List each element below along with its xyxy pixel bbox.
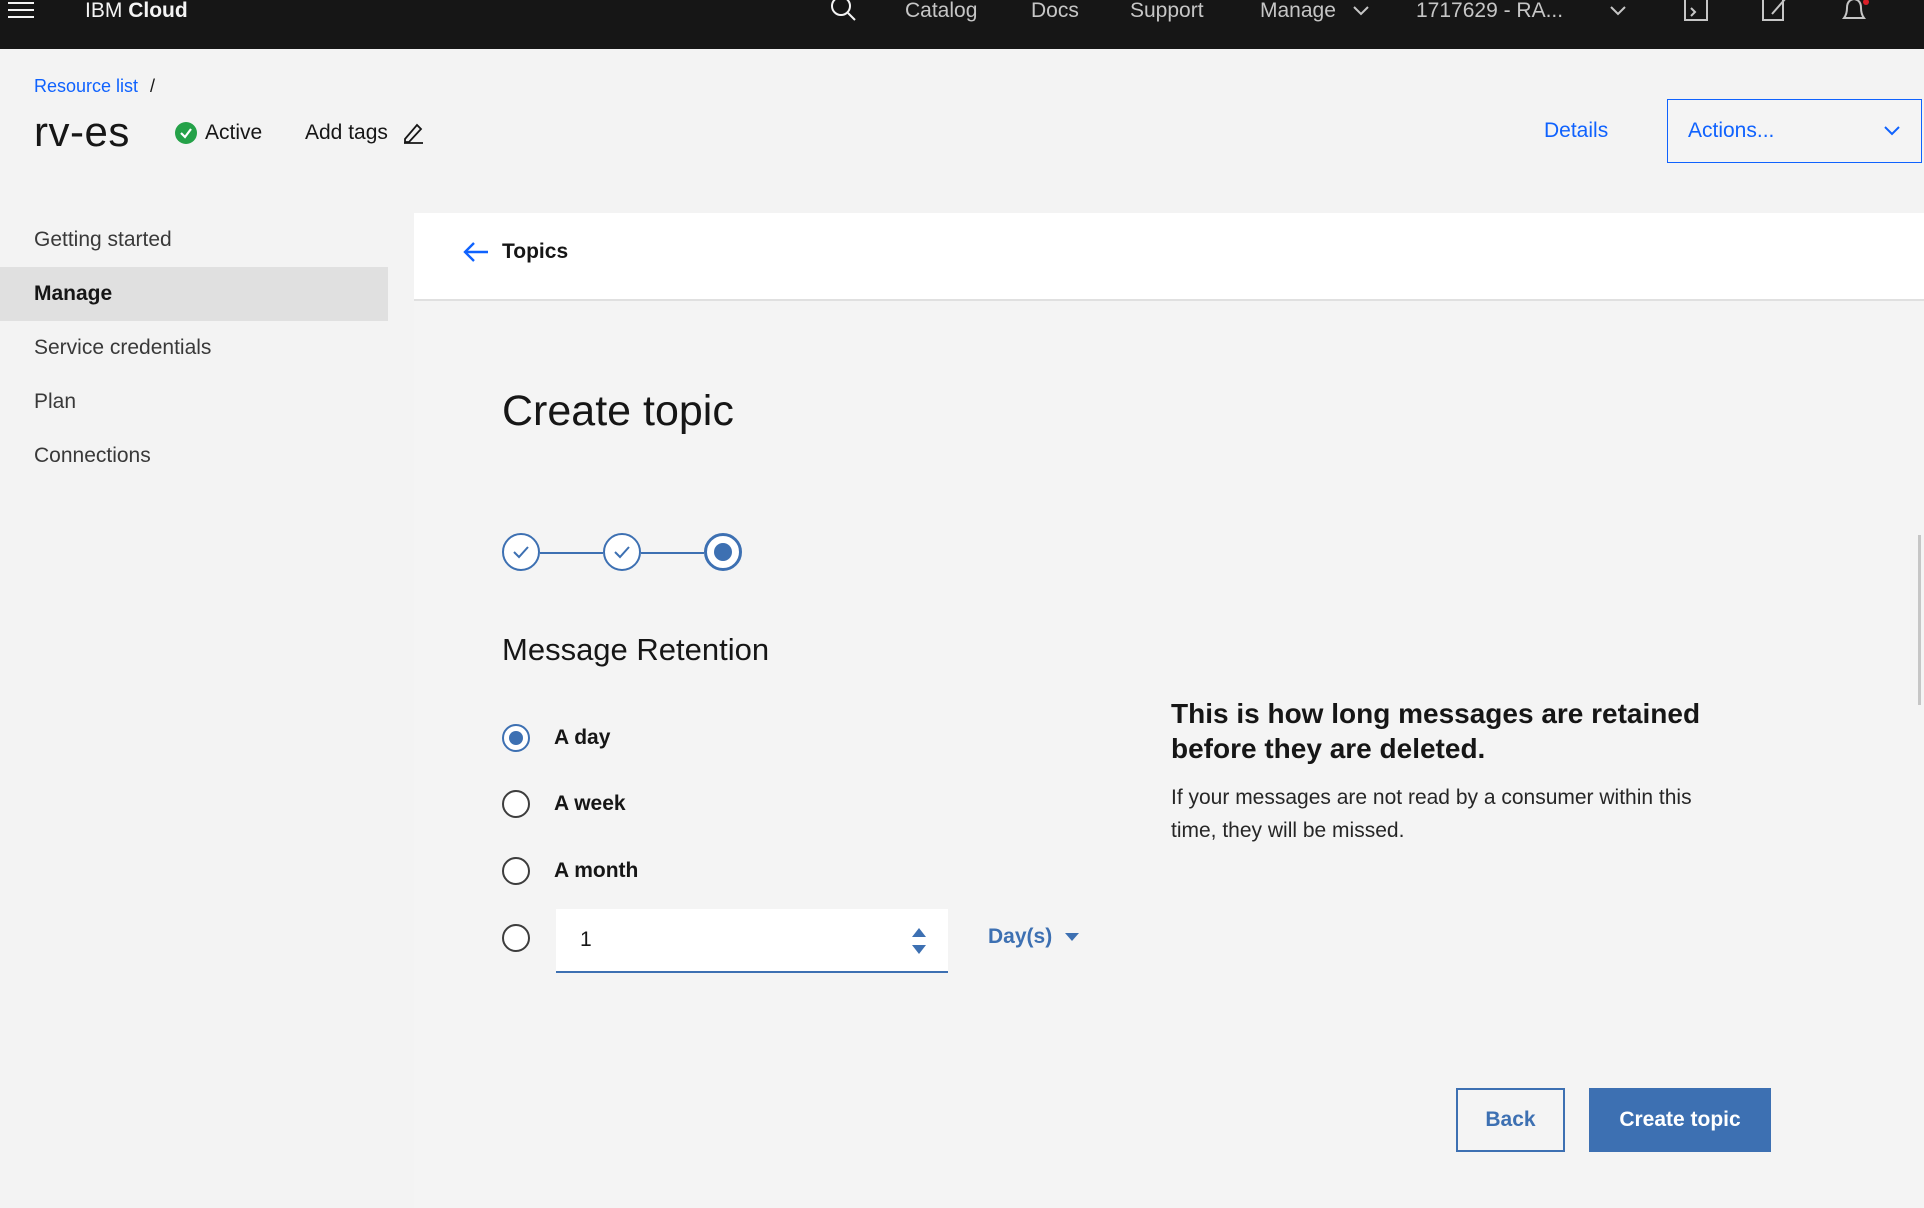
notification-bell-icon[interactable]: [1840, 0, 1870, 29]
account-label: 1717629 - RA...: [1416, 0, 1564, 22]
breadcrumb-separator: /: [150, 76, 156, 96]
radio-button[interactable]: [502, 857, 530, 885]
brand-cloud: Cloud: [128, 0, 188, 22]
chevron-down-icon: [1884, 126, 1900, 136]
brand-ibm: IBM: [85, 0, 123, 22]
sidebar-item-manage[interactable]: Manage: [0, 267, 388, 321]
chevron-down-icon: [1610, 6, 1626, 16]
nav-support[interactable]: Support: [1130, 0, 1204, 22]
retention-option-custom[interactable]: [502, 924, 530, 952]
radio-button[interactable]: [502, 924, 530, 952]
sidebar-item-plan[interactable]: Plan: [0, 375, 388, 429]
add-tags-button[interactable]: Add tags: [305, 121, 424, 145]
menu-icon[interactable]: [8, 0, 38, 22]
nav-manage[interactable]: Manage: [1260, 0, 1370, 22]
step-complete-icon: [603, 533, 641, 571]
form-title: Create topic: [502, 387, 734, 435]
retention-option-day[interactable]: A day: [502, 724, 610, 752]
sidebar: Getting started Manage Service credentia…: [0, 213, 388, 483]
details-link[interactable]: Details: [1544, 119, 1608, 143]
retention-number-input[interactable]: 1: [556, 909, 948, 973]
top-nav-bar: IBM Cloud Catalog Docs Support Manage 17…: [0, 0, 1924, 49]
panel-header: Topics: [414, 213, 1924, 301]
nav-catalog[interactable]: Catalog: [905, 0, 977, 22]
retention-number-value: 1: [580, 928, 592, 951]
radio-button[interactable]: [502, 790, 530, 818]
breadcrumb-resource-list[interactable]: Resource list: [34, 76, 138, 96]
actions-label: Actions...: [1688, 119, 1775, 142]
nav-docs[interactable]: Docs: [1031, 0, 1079, 22]
actions-dropdown[interactable]: Actions...: [1667, 99, 1922, 163]
terminal-icon[interactable]: [1684, 0, 1710, 27]
brand-logo[interactable]: IBM Cloud: [85, 0, 188, 22]
nav-manage-label: Manage: [1260, 0, 1336, 22]
stepper-arrows-icon[interactable]: [910, 926, 928, 956]
page-title: rv-es: [34, 108, 130, 155]
unit-label: Day(s): [988, 925, 1053, 948]
sidebar-item-service-credentials[interactable]: Service credentials: [0, 321, 388, 375]
help-title: This is how long messages are retained b…: [1171, 698, 1701, 764]
stepper-line: [641, 552, 704, 554]
caret-down-icon: [1065, 933, 1080, 941]
edit-icon[interactable]: [1762, 0, 1790, 27]
search-icon[interactable]: [830, 0, 858, 27]
back-button[interactable]: Back: [1456, 1088, 1565, 1152]
retention-option-label: A day: [554, 726, 611, 749]
add-tags-label: Add tags: [305, 121, 388, 144]
step-current-icon: [704, 533, 742, 571]
progress-stepper: [502, 533, 742, 573]
sidebar-item-getting-started[interactable]: Getting started: [0, 213, 388, 267]
back-to-topics-link[interactable]: Topics: [462, 240, 568, 264]
retention-option-label: A week: [554, 792, 626, 815]
unit-dropdown[interactable]: Day(s): [988, 925, 1080, 949]
retention-option-month[interactable]: A month: [502, 857, 638, 885]
arrow-left-icon: [463, 242, 488, 262]
status-label: Active: [205, 121, 263, 144]
retention-option-week[interactable]: A week: [502, 790, 626, 818]
step-complete-icon: [502, 533, 540, 571]
help-text: If your messages are not read by a consu…: [1171, 786, 1692, 842]
chevron-down-icon: [1353, 6, 1369, 16]
sidebar-item-connections[interactable]: Connections: [0, 429, 388, 483]
scrollbar[interactable]: [1918, 535, 1921, 705]
section-title: Message Retention: [502, 632, 770, 667]
breadcrumb: Resource list /: [34, 76, 155, 97]
radio-button-checked[interactable]: [502, 724, 530, 752]
stepper-line: [540, 552, 603, 554]
status-badge: Active: [175, 121, 262, 145]
back-to-topics-label: Topics: [502, 240, 569, 263]
retention-option-label: A month: [554, 859, 639, 882]
pencil-icon: [403, 123, 423, 144]
create-topic-button[interactable]: Create topic: [1589, 1088, 1771, 1152]
check-circle-icon: [175, 122, 197, 144]
account-switcher[interactable]: 1717629 - RA...: [1416, 0, 1627, 22]
